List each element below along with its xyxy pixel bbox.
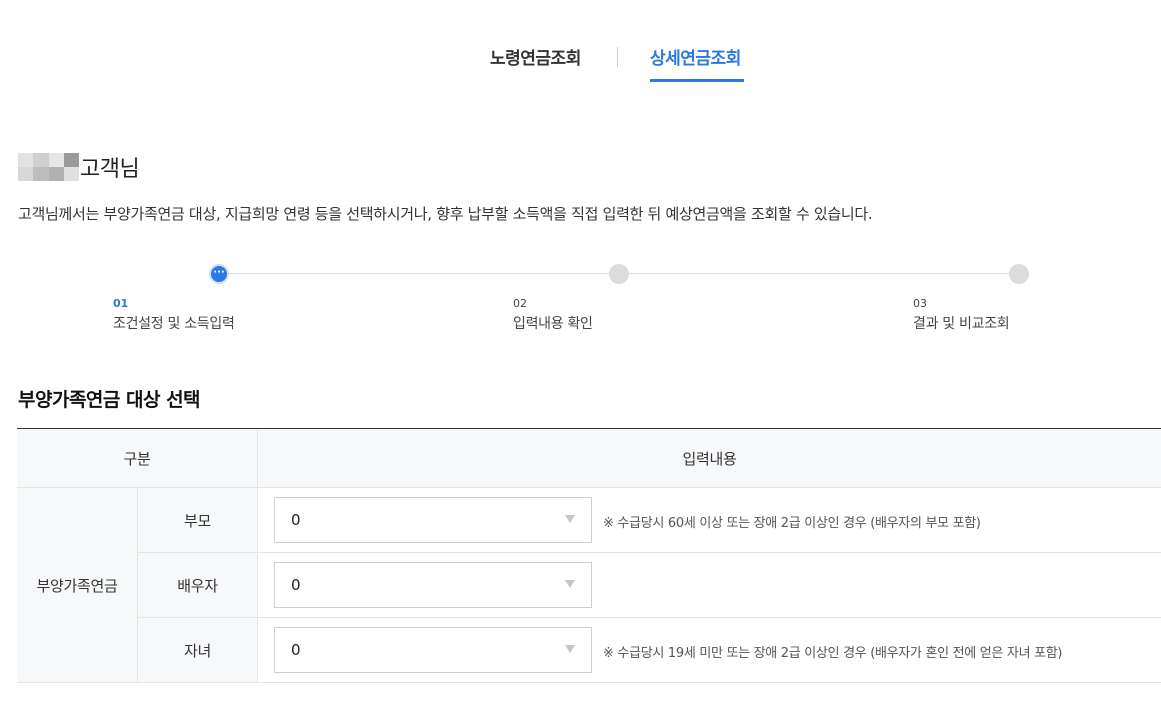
chevron-down-icon	[565, 580, 575, 588]
step-2-label: 입력내용 확인	[513, 316, 593, 332]
parents-note: ※ 수급당시 60세 이상 또는 장애 2급 이상인 경우 (배우자의 부모 포…	[603, 516, 981, 531]
header-category: 구분	[17, 429, 258, 488]
step-1-dot	[209, 264, 229, 284]
row-label-parents: 부모	[138, 488, 258, 553]
spouse-select-value: 0	[291, 576, 301, 594]
step-1-label: 조건설정 및 소득입력	[113, 316, 235, 332]
group-label: 부양가족연금	[17, 488, 138, 683]
step-connector	[629, 273, 1009, 274]
step-2-dot	[609, 264, 629, 284]
parents-select-value: 0	[291, 511, 301, 529]
chevron-down-icon	[565, 515, 575, 523]
customer-heading: 고객님	[18, 152, 140, 182]
step-2-number: 02	[513, 297, 527, 310]
children-note: ※ 수급당시 19세 미만 또는 장애 2급 이상인 경우 (배우자가 혼인 전…	[603, 646, 1063, 661]
tab-detailed-pension[interactable]: 상세연금조회	[650, 44, 741, 69]
tab-bar: 노령연금조회 상세연금조회	[0, 0, 1161, 90]
tab-basic-pension[interactable]: 노령연금조회	[490, 44, 581, 69]
active-tab-underline	[650, 79, 744, 82]
dependents-table: 구분 입력내용 부양가족연금 부모 0 ※ 수급당시 60세 이상 또는 장애 …	[17, 428, 1161, 683]
step-3-label: 결과 및 비교조회	[913, 316, 1010, 332]
children-select-value: 0	[291, 641, 301, 659]
section-title: 부양가족연금 대상 선택	[18, 389, 201, 411]
step-1-number: 01	[113, 297, 129, 310]
spouse-select[interactable]: 0	[274, 562, 592, 608]
step-3-dot	[1009, 264, 1029, 284]
intro-text: 고객님께서는 부양가족연금 대상, 지급희망 연령 등을 선택하시거나, 향후 …	[18, 205, 873, 223]
parents-select[interactable]: 0	[274, 497, 592, 543]
children-select[interactable]: 0	[274, 627, 592, 673]
step-3-number: 03	[913, 297, 927, 310]
step-connector	[229, 273, 609, 274]
row-label-spouse: 배우자	[138, 553, 258, 618]
chevron-down-icon	[565, 645, 575, 653]
redacted-name	[18, 153, 79, 181]
customer-suffix: 고객님	[80, 157, 140, 182]
header-input: 입력내용	[258, 429, 1161, 488]
row-label-children: 자녀	[138, 618, 258, 683]
tab-divider	[617, 47, 618, 67]
